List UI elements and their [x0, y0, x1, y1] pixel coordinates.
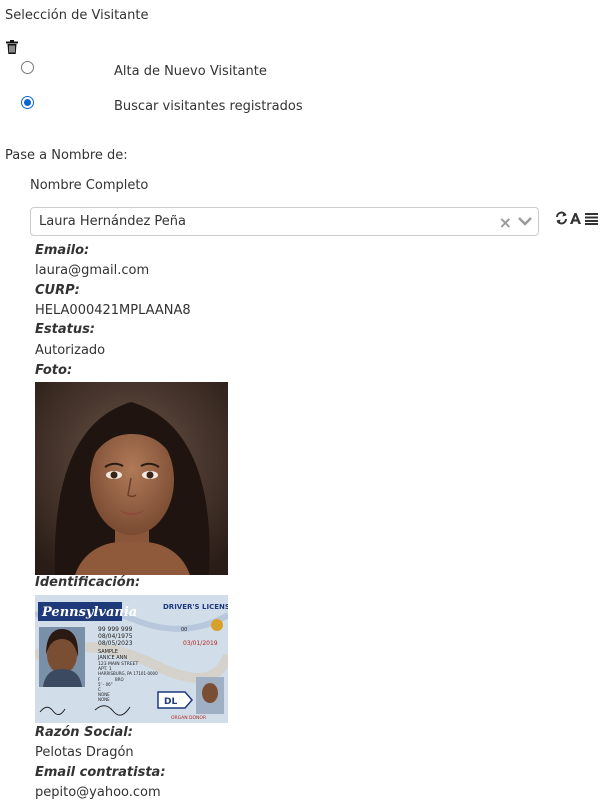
curp-label: CURP:: [35, 283, 80, 298]
visitor-photo: [35, 382, 228, 575]
visitor-select[interactable]: Laura Hernández Peña ×: [30, 207, 539, 236]
photo-label: Foto:: [35, 363, 73, 378]
id-label: Identificación:: [35, 575, 141, 590]
status-value: Autorizado: [35, 343, 106, 358]
id-eyes: BRO: [115, 677, 124, 682]
radio-search-visitors[interactable]: [21, 96, 34, 109]
id-iss: 08/05/2023: [98, 640, 133, 647]
id-name2: JANICE ANN: [97, 655, 127, 661]
email-value: laura@gmail.com: [35, 263, 150, 278]
id-badge: DL: [164, 697, 177, 707]
field-tools: [556, 211, 598, 225]
id-dups: 00: [181, 627, 187, 633]
section-title: Selección de Visitante: [5, 8, 149, 23]
trash-icon[interactable]: [6, 40, 18, 54]
font-icon[interactable]: [570, 213, 581, 224]
id-city: HARRISBURG, PA 17101-0000: [98, 671, 158, 676]
chevron-down-icon[interactable]: [518, 214, 532, 228]
id-number: 99 999 999: [98, 626, 133, 633]
selected-visitor: Laura Hernández Peña: [39, 214, 187, 229]
id-endorsements: NONE: [98, 697, 110, 702]
id-donor: ORGAN DONOR: [171, 715, 206, 721]
contractor-email-value: pepito@yahoo.com: [35, 785, 161, 800]
id-document-image: Pennsylvania DRIVER'S LICENSE 99 999 999…: [35, 595, 228, 723]
company-label: Razón Social:: [35, 725, 133, 740]
radio-new-visitor[interactable]: [21, 61, 34, 74]
id-exp: 03/01/2019: [183, 640, 218, 647]
radio-label-new-visitor[interactable]: Alta de Nuevo Visitante: [114, 64, 267, 79]
id-dob: 08/04/1975: [98, 633, 133, 640]
refresh-icon[interactable]: [556, 211, 567, 225]
contractor-email-label: Email contratista:: [35, 765, 166, 780]
curp-value: HELA000421MPLAANA8: [35, 303, 191, 318]
list-icon[interactable]: [585, 213, 598, 225]
pass-label: Pase a Nombre de:: [5, 148, 128, 163]
clear-icon[interactable]: ×: [499, 213, 512, 232]
email-label: Emailo:: [35, 243, 90, 258]
company-value: Pelotas Dragón: [35, 745, 134, 760]
id-type: DRIVER'S LICENSE: [163, 603, 228, 611]
id-state: Pennsylvania: [41, 605, 137, 620]
full-name-label: Nombre Completo: [30, 178, 149, 193]
radio-label-search-visitors[interactable]: Buscar visitantes registrados: [114, 99, 303, 114]
status-label: Estatus:: [35, 322, 96, 337]
